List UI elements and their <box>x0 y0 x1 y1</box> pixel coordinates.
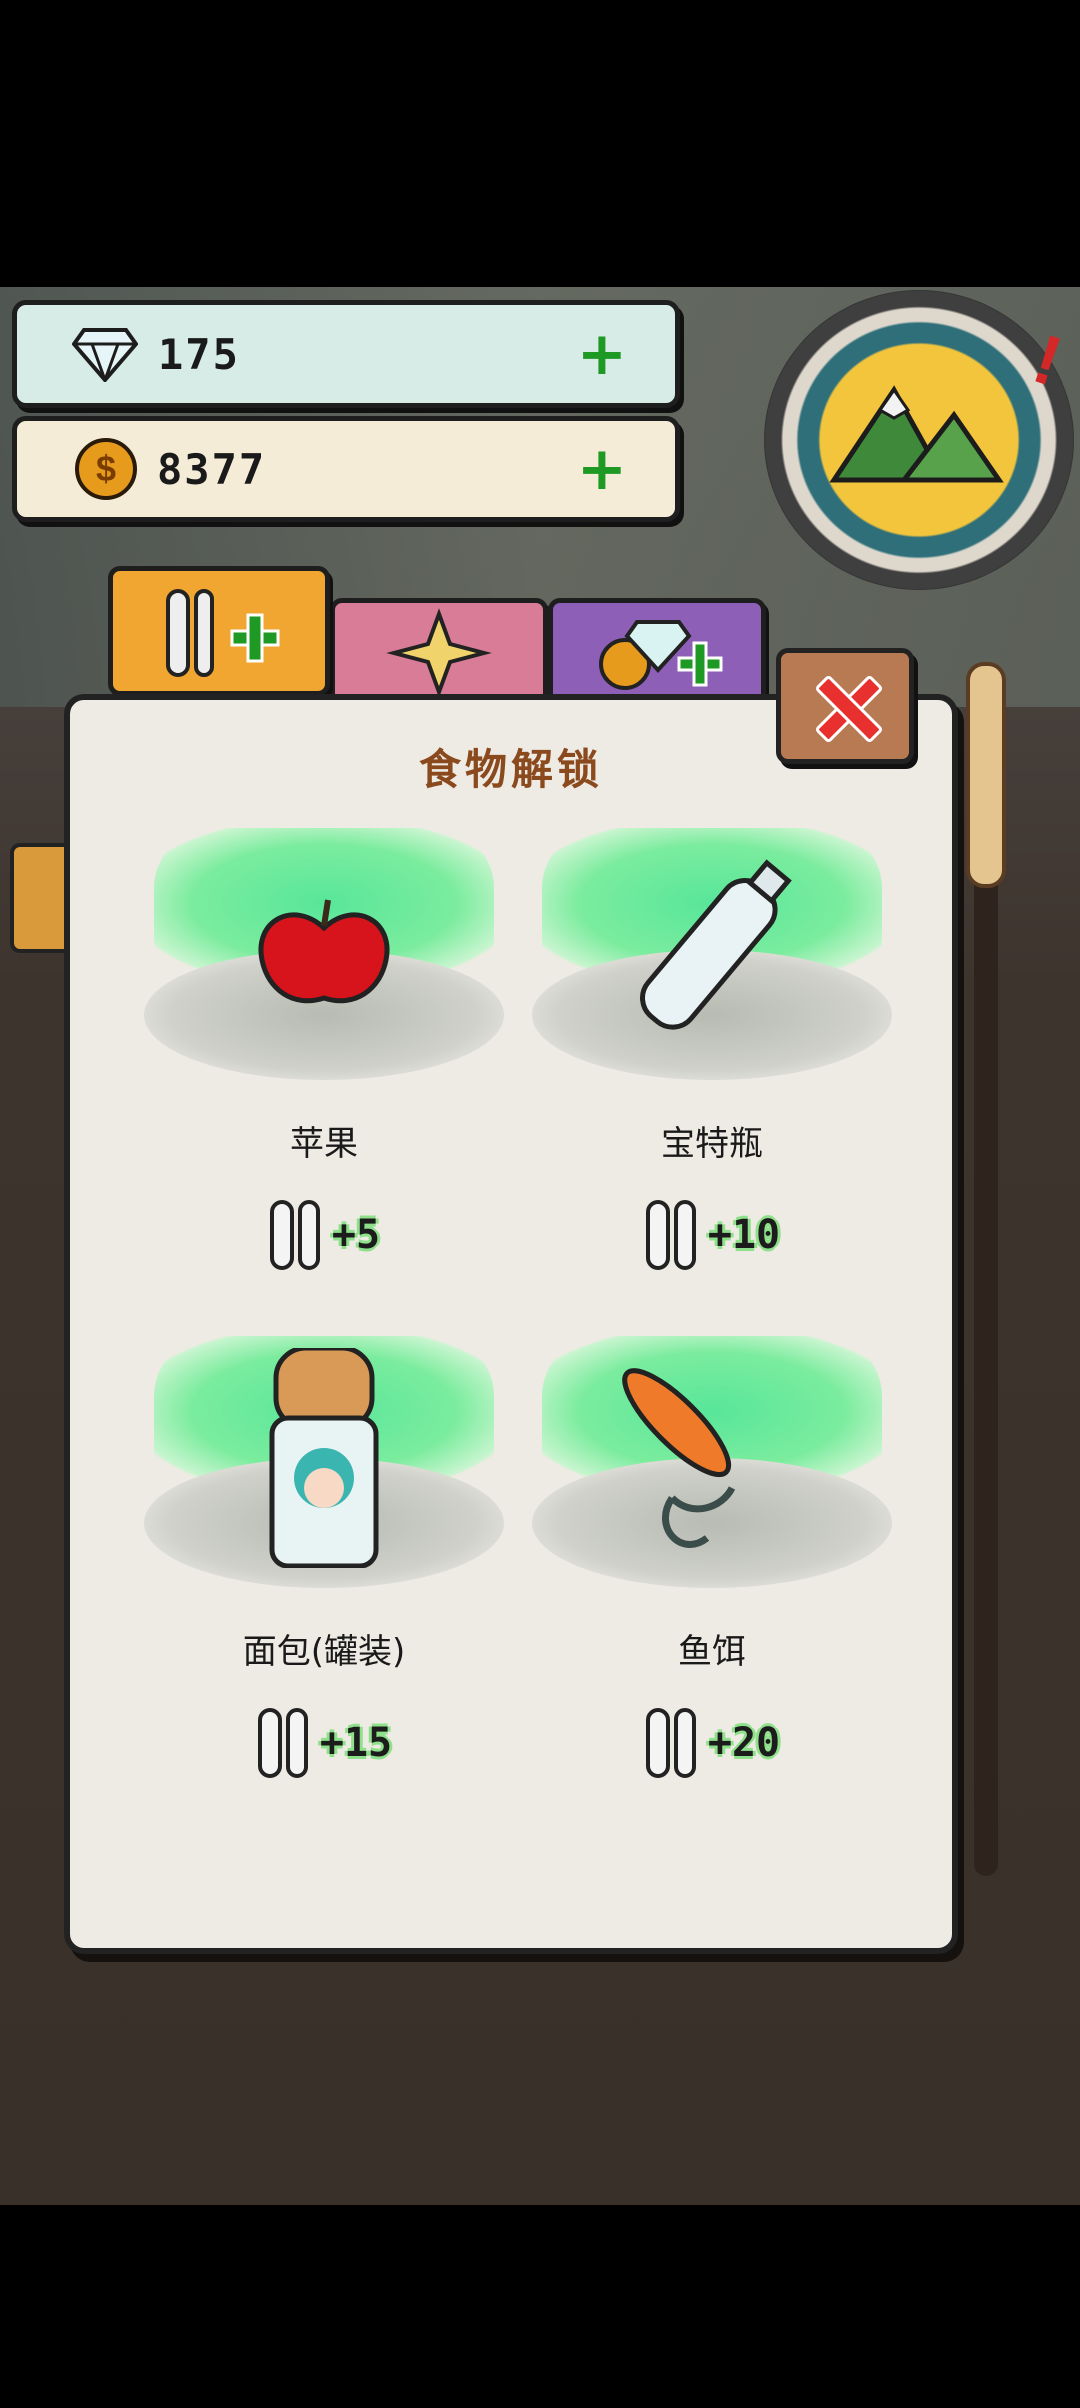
food-unlock-panel: 食物解锁 苹果 +5 宝特瓶 +10 面包(罐装) +15 鱼饵 +20 <box>64 694 958 1954</box>
mountain-icon <box>829 385 1004 483</box>
map-button[interactable] <box>764 290 1074 590</box>
reward-amount: +20 <box>707 1720 781 1766</box>
utensils-plus-icon <box>166 589 280 677</box>
food-item-reward: +5 <box>134 1200 514 1270</box>
utensils-icon <box>645 1708 696 1778</box>
food-item-name: 面包(罐装) <box>242 1632 406 1672</box>
sparkle-gem-icon <box>386 608 492 698</box>
gem-counter: 175 + <box>12 300 680 408</box>
add-coins-button[interactable]: + <box>577 439 627 499</box>
utensils-icon <box>269 1200 320 1270</box>
coin-counter: $ 8377 + <box>12 416 680 522</box>
reward-amount: +15 <box>319 1720 393 1766</box>
utensils-icon <box>645 1200 696 1270</box>
coin-count: 8377 <box>157 444 267 494</box>
food-item-card[interactable]: 面包(罐装) +15 <box>134 1308 514 1816</box>
food-item-reward: +20 <box>522 1708 902 1778</box>
food-item-card[interactable]: 宝特瓶 +10 <box>522 800 902 1308</box>
food-item-card[interactable]: 苹果 +5 <box>134 800 514 1308</box>
diamond-icon <box>72 328 138 382</box>
coin-gem-plus-icon <box>599 620 723 690</box>
scrollbar-thumb[interactable] <box>966 662 1006 888</box>
food-item-card[interactable]: 鱼饵 +20 <box>522 1308 902 1816</box>
gem-count: 175 <box>158 329 240 379</box>
reward-amount: +5 <box>331 1212 381 1258</box>
food-item-reward: +10 <box>522 1200 902 1270</box>
food-item-grid[interactable]: 苹果 +5 宝特瓶 +10 面包(罐装) +15 鱼饵 +20 <box>70 800 952 1816</box>
tab-food[interactable] <box>108 566 330 696</box>
utensils-icon <box>257 1708 308 1778</box>
canned-bread-icon <box>269 1348 379 1568</box>
apple-icon <box>258 899 390 1004</box>
close-button[interactable] <box>776 648 914 764</box>
food-item-name: 宝特瓶 <box>661 1124 763 1164</box>
food-item-name: 鱼饵 <box>678 1632 746 1672</box>
food-item-reward: +15 <box>134 1708 514 1778</box>
fishing-lure-icon <box>622 1368 736 1548</box>
close-icon <box>813 674 877 738</box>
tab-skins[interactable] <box>330 598 548 708</box>
add-gems-button[interactable]: + <box>577 324 627 384</box>
plastic-bottle-icon <box>640 859 792 1030</box>
coin-icon: $ <box>75 438 137 500</box>
tab-exchange[interactable] <box>548 598 766 708</box>
reward-amount: +10 <box>707 1212 781 1258</box>
food-item-name: 苹果 <box>290 1124 358 1164</box>
